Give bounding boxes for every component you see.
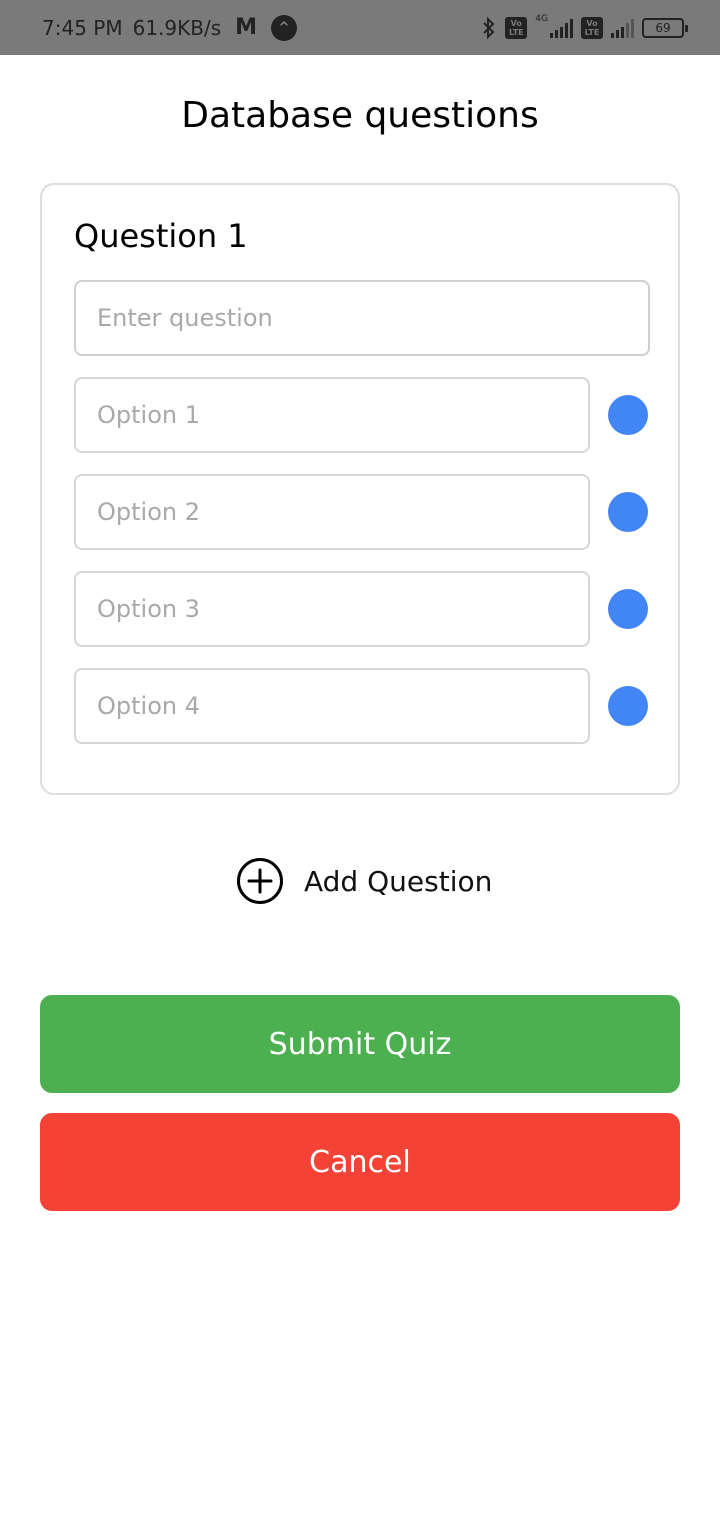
- signal-strength-icon: [550, 18, 573, 38]
- bluetooth-icon: [483, 16, 495, 39]
- network-type-label: 4G: [535, 13, 548, 24]
- status-right: Vo LTE 4G Vo LTE 69: [481, 0, 688, 55]
- option-1-input[interactable]: [74, 377, 590, 453]
- status-bar: 7:45 PM 61.9KB/s M ^ Vo LTE 4G Vo LTE 69: [0, 0, 720, 55]
- clock: 7:45 PM: [42, 15, 123, 40]
- option-3-input[interactable]: [74, 571, 590, 647]
- submit-quiz-button[interactable]: Submit Quiz: [40, 995, 680, 1093]
- question-heading: Question 1: [74, 217, 248, 255]
- status-left: 7:45 PM 61.9KB/s M ^: [42, 0, 298, 55]
- volte-icon: Vo LTE: [505, 16, 528, 39]
- network-speed: 61.9KB/s: [132, 15, 222, 40]
- add-question-button[interactable]: Add Question: [236, 857, 492, 905]
- option-4-input[interactable]: [74, 668, 590, 744]
- gmail-icon: M: [235, 15, 257, 40]
- option-1-correct-radio[interactable]: [608, 395, 648, 435]
- page-title: Database questions: [181, 95, 539, 136]
- option-4-correct-radio[interactable]: [608, 686, 648, 726]
- volte-icon-2: Vo LTE: [581, 16, 603, 39]
- option-3-correct-radio[interactable]: [608, 589, 648, 629]
- cancel-button[interactable]: Cancel: [40, 1113, 680, 1211]
- question-input[interactable]: [74, 280, 650, 356]
- navigation-app-icon: ^: [271, 14, 298, 41]
- question-card: Question 1: [40, 183, 680, 795]
- battery-icon: 69: [642, 17, 688, 38]
- signal-strength-icon-2: [611, 18, 634, 38]
- option-2-correct-radio[interactable]: [608, 492, 648, 532]
- option-2-input[interactable]: [74, 474, 590, 550]
- add-question-label: Add Question: [304, 864, 493, 898]
- plus-circle-icon: [237, 858, 283, 904]
